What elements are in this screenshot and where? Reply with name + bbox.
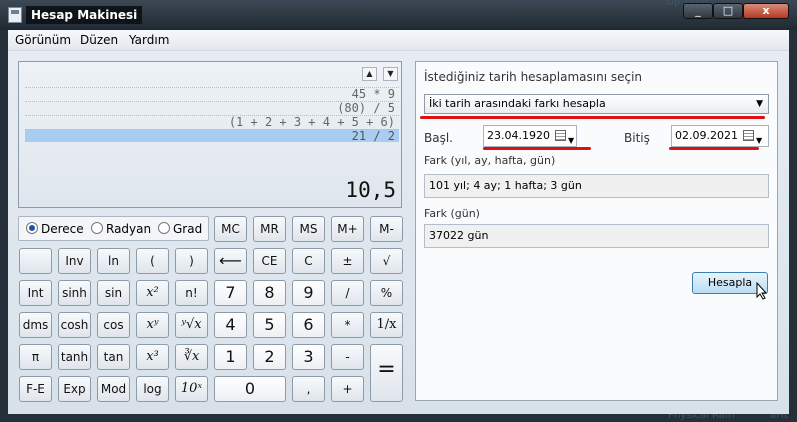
key-decimal[interactable]: , — [292, 376, 325, 402]
key-tan[interactable]: tan — [97, 344, 130, 370]
key-9[interactable]: 9 — [292, 280, 325, 306]
history-scroll-up-button[interactable]: ▲ — [362, 67, 377, 81]
key-factorial[interactable]: n! — [175, 280, 208, 306]
title-bar[interactable]: Hesap Makinesi Op Time _ □ x — [0, 0, 797, 30]
mouse-cursor-icon — [756, 282, 768, 300]
key-reciprocal[interactable]: 1/x — [370, 312, 403, 338]
result-value: 10,5 — [345, 178, 396, 202]
key-percent[interactable]: % — [370, 280, 403, 306]
key-x-squared[interactable]: x² — [136, 280, 169, 306]
calculator-window: Hesap Makinesi Op Time _ □ x Physical Ra… — [0, 0, 797, 422]
start-date-label: Başl. — [424, 131, 453, 145]
calendar-icon — [555, 130, 566, 141]
key-x-cubed[interactable]: x³ — [136, 344, 169, 370]
key-cos[interactable]: cos — [97, 312, 130, 338]
radio-checked-icon — [26, 222, 38, 234]
key-ms[interactable]: MS — [292, 216, 325, 242]
angle-mode-group: Derece Radyan Grad — [18, 216, 209, 241]
date-calc-mode-value: İki tarih arasındaki farkı hesapla — [429, 97, 606, 110]
key-dms[interactable]: dms — [19, 312, 52, 338]
red-annotation-underline — [420, 116, 765, 119]
chevron-down-icon: ▼ — [756, 99, 763, 109]
key-plus-minus[interactable]: ± — [331, 248, 364, 274]
key-mc[interactable]: MC — [214, 216, 247, 242]
key-x-power-y[interactable]: xʸ — [136, 312, 169, 338]
key-0[interactable]: 0 — [214, 376, 286, 402]
key-ce[interactable]: CE — [253, 248, 286, 274]
red-annotation-underline — [669, 147, 759, 150]
key-exp[interactable]: Exp — [58, 376, 91, 402]
menu-duzen[interactable]: Düzen — [80, 33, 118, 47]
key-backspace[interactable]: ⟵ — [214, 248, 247, 274]
radio-derece[interactable]: Derece — [26, 222, 84, 236]
key-m-minus[interactable]: M- — [370, 216, 403, 242]
end-date-picker[interactable]: 02.09.2021 ▼ — [671, 125, 769, 147]
history-line[interactable]: (80) / 5 — [25, 101, 399, 115]
key-4[interactable]: 4 — [214, 312, 247, 338]
key-f-e[interactable]: F-E — [19, 376, 52, 402]
start-date-picker[interactable]: 23.04.1920 ▼ — [483, 125, 577, 147]
date-calc-mode-select[interactable]: İki tarih arasındaki farkı hesapla ▼ — [424, 94, 769, 114]
key-8[interactable]: 8 — [253, 280, 286, 306]
minimize-button[interactable]: _ — [683, 3, 713, 19]
difference-result-field[interactable]: 101 yıl; 4 ay; 1 hafta; 3 gün — [424, 174, 769, 198]
key-open-paren[interactable]: ( — [136, 248, 169, 274]
history-line[interactable]: (1 + 2 + 3 + 4 + 5 + 6) — [25, 115, 399, 129]
key-subtract[interactable]: - — [331, 344, 364, 370]
menu-bar: Görünüm Düzen Yardım — [8, 30, 789, 51]
key-c[interactable]: C — [292, 248, 325, 274]
key-add[interactable]: + — [331, 376, 364, 402]
history-scroll-down-button[interactable]: ▼ — [383, 67, 398, 81]
key-cube-root[interactable]: ∛x — [175, 344, 208, 370]
menu-yardim[interactable]: Yardım — [129, 33, 169, 47]
maximize-button[interactable]: □ — [713, 3, 743, 19]
key-equals[interactable]: = — [370, 344, 403, 402]
key-m-plus[interactable]: M+ — [331, 216, 364, 242]
date-calc-prompt: İstediğiniz tarih hesaplamasını seçin — [424, 70, 643, 84]
days-label: Fark (gün) — [424, 207, 480, 220]
end-date-label: Bitiş — [624, 131, 650, 145]
history-line-selected[interactable]: 21 / 2 — [25, 129, 399, 143]
history-line[interactable]: 45 * 9 — [25, 87, 399, 101]
start-date-value: 23.04.1920 — [487, 129, 550, 142]
key-sinh[interactable]: sinh — [58, 280, 91, 306]
days-result-field[interactable]: 37022 gün — [424, 224, 769, 248]
key-5[interactable]: 5 — [253, 312, 286, 338]
radio-grad[interactable]: Grad — [158, 222, 202, 236]
key-sin[interactable]: sin — [97, 280, 130, 306]
key-mod[interactable]: Mod — [97, 376, 130, 402]
key-7[interactable]: 7 — [214, 280, 247, 306]
key-divide[interactable]: / — [331, 280, 364, 306]
close-button[interactable]: x — [743, 3, 789, 19]
end-date-value: 02.09.2021 — [675, 129, 738, 142]
key-blank[interactable] — [19, 248, 52, 274]
calculator-display: ▲ ▼ 45 * 9 (80) / 5 (1 + 2 + 3 + 4 + 5 +… — [18, 61, 402, 208]
key-ln[interactable]: ln — [97, 248, 130, 274]
key-y-root-x[interactable]: ʸ√x — [175, 312, 208, 338]
radio-radyan[interactable]: Radyan — [91, 222, 151, 236]
key-2[interactable]: 2 — [253, 344, 286, 370]
key-tanh[interactable]: tanh — [58, 344, 91, 370]
key-mr[interactable]: MR — [253, 216, 286, 242]
key-log[interactable]: log — [136, 376, 169, 402]
red-annotation-underline — [483, 147, 591, 150]
radio-unchecked-icon — [158, 222, 170, 234]
key-close-paren[interactable]: ) — [175, 248, 208, 274]
key-int[interactable]: Int — [19, 280, 52, 306]
calculator-app-icon — [8, 7, 22, 23]
key-inv[interactable]: Inv — [58, 248, 91, 274]
key-3[interactable]: 3 — [292, 344, 325, 370]
key-multiply[interactable]: * — [331, 312, 364, 338]
key-1[interactable]: 1 — [214, 344, 247, 370]
radio-unchecked-icon — [91, 222, 103, 234]
menu-gorunum[interactable]: Görünüm — [15, 33, 71, 47]
calendar-icon — [743, 130, 754, 141]
key-ten-power-x[interactable]: 10ˣ — [175, 376, 208, 402]
key-cosh[interactable]: cosh — [58, 312, 91, 338]
key-6[interactable]: 6 — [292, 312, 325, 338]
key-pi[interactable]: π — [19, 344, 52, 370]
window-title: Hesap Makinesi — [26, 6, 143, 24]
key-sqrt[interactable]: √ — [370, 248, 403, 274]
difference-label: Fark (yıl, ay, hafta, gün) — [424, 154, 556, 167]
